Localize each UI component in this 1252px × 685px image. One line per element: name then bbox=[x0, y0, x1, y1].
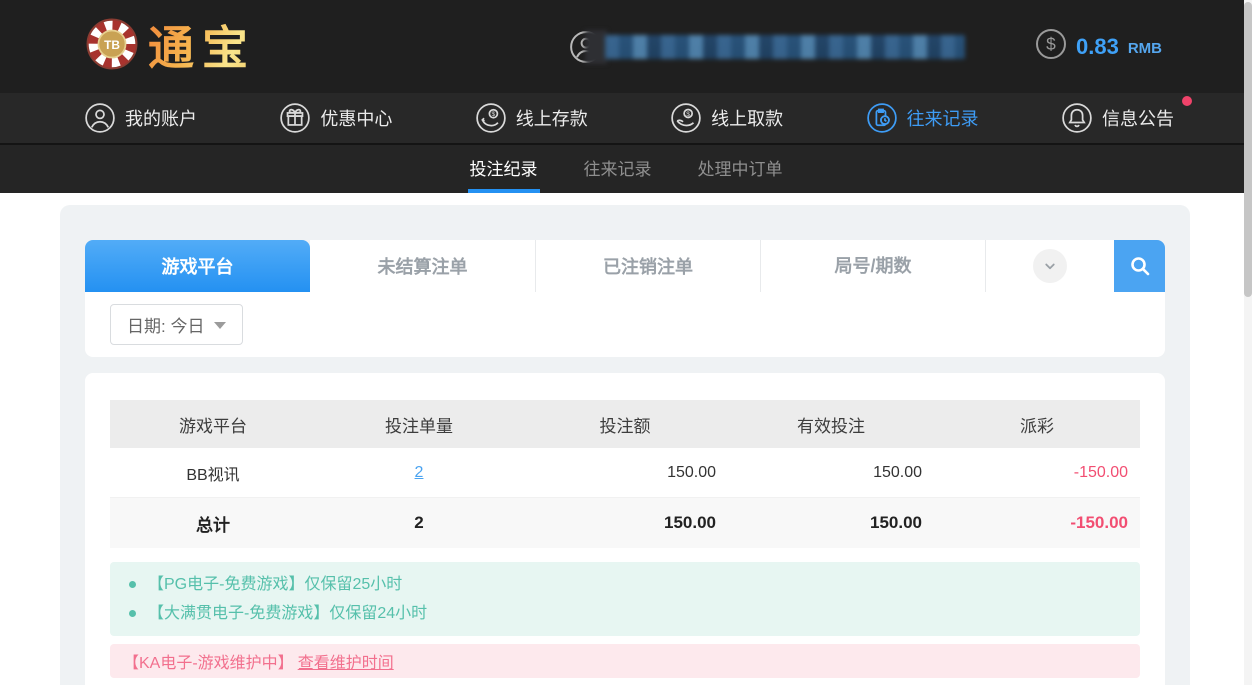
subnav-label: 投注纪录 bbox=[470, 155, 538, 180]
balance-currency: RMB bbox=[1128, 36, 1162, 57]
maintenance-notice: 【KA电子-游戏维护中】 查看维护时间 bbox=[110, 644, 1140, 678]
nav-item-transaction-records[interactable]: 往来记录 bbox=[866, 102, 979, 134]
bet-summary-card: 游戏平台 投注单量 投注额 有效投注 派彩 BB视讯 2 150.00 150.… bbox=[85, 373, 1165, 685]
nav-label: 线上存款 bbox=[516, 105, 588, 131]
content-card: 游戏平台 未结算注单 已注销注单 bbox=[60, 205, 1190, 685]
user-info[interactable] bbox=[569, 30, 965, 64]
balance[interactable]: $ 0.83 RMB bbox=[1035, 28, 1162, 65]
nav-item-deposit[interactable]: $ 线上存款 bbox=[475, 102, 588, 134]
notice-line: 【PG电子-免费游戏】仅保留25小时 bbox=[110, 570, 1140, 599]
subnav-label: 往来记录 bbox=[584, 155, 652, 180]
nav-item-withdraw[interactable]: $ 线上取款 bbox=[670, 102, 783, 134]
caret-down-icon bbox=[214, 322, 226, 329]
top-header: TB 通宝 $ 0.83 bbox=[0, 0, 1252, 93]
cell-bet-amount: 150.00 bbox=[522, 464, 728, 482]
filter-tabbar: 游戏平台 未结算注单 已注销注单 bbox=[85, 240, 1165, 292]
dollar-coin-icon: $ bbox=[1035, 28, 1067, 65]
bullet-icon bbox=[129, 581, 136, 588]
total-payout: -150.00 bbox=[934, 513, 1140, 533]
brand-logo[interactable]: TB 通宝 bbox=[86, 18, 256, 75]
chevron-down-icon bbox=[1041, 257, 1059, 275]
sub-nav: 投注纪录 往来记录 处理中订单 bbox=[0, 143, 1252, 193]
scrollbar-track[interactable] bbox=[1244, 0, 1252, 685]
search-button[interactable] bbox=[1114, 240, 1165, 292]
page: TB 通宝 $ 0.83 bbox=[0, 0, 1252, 685]
nav-label: 我的账户 bbox=[125, 105, 197, 131]
expand-filters-button[interactable] bbox=[1033, 249, 1067, 283]
gift-icon bbox=[279, 102, 311, 134]
poker-chip-icon: TB bbox=[86, 18, 138, 75]
nav-label: 往来记录 bbox=[907, 105, 979, 131]
table-row: BB视讯 2 150.00 150.00 -150.00 bbox=[110, 448, 1140, 498]
cell-payout: -150.00 bbox=[934, 464, 1140, 482]
tab-game-platform[interactable]: 游戏平台 bbox=[85, 240, 310, 292]
col-payout: 派彩 bbox=[934, 412, 1140, 437]
notice-line: 【大满贯电子-免费游戏】仅保留24小时 bbox=[110, 599, 1140, 628]
total-label: 总计 bbox=[110, 511, 316, 536]
withdraw-coin-hand-icon: $ bbox=[670, 102, 702, 134]
deposit-coin-hand-icon: $ bbox=[475, 102, 507, 134]
date-filter-label: 日期: 今日 bbox=[127, 312, 204, 337]
col-valid-bet: 有效投注 bbox=[728, 412, 934, 437]
subnav-item-bet-records[interactable]: 投注纪录 bbox=[468, 145, 540, 193]
bet-count-link[interactable]: 2 bbox=[415, 464, 424, 481]
nav-label: 线上取款 bbox=[711, 105, 783, 131]
bell-icon bbox=[1061, 102, 1093, 134]
cell-valid-bet: 150.00 bbox=[728, 464, 934, 482]
notice-text: 【大满贯电子-免费游戏】仅保留24小时 bbox=[148, 599, 427, 628]
main-nav: 我的账户 优惠中心 $ bbox=[0, 93, 1252, 143]
col-game-platform: 游戏平台 bbox=[110, 412, 316, 437]
tab-cancelled-bets[interactable]: 已注销注单 bbox=[535, 240, 760, 292]
expand-cell bbox=[985, 240, 1114, 292]
round-number-input[interactable] bbox=[760, 240, 985, 292]
table-total-row: 总计 2 150.00 150.00 -150.00 bbox=[110, 498, 1140, 548]
nav-item-my-account[interactable]: 我的账户 bbox=[84, 102, 197, 134]
date-filter-dropdown[interactable]: 日期: 今日 bbox=[110, 304, 243, 345]
avatar bbox=[569, 30, 603, 64]
nav-item-promotions[interactable]: 优惠中心 bbox=[279, 102, 392, 134]
cell-platform: BB视讯 bbox=[110, 461, 316, 485]
notice-text: 【PG电子-免费游戏】仅保留25小时 bbox=[148, 570, 402, 599]
nav-item-announcements[interactable]: 信息公告 bbox=[1061, 102, 1174, 134]
nav-label: 信息公告 bbox=[1102, 105, 1174, 131]
col-bet-count: 投注单量 bbox=[316, 412, 522, 437]
tab-unsettled-bets[interactable]: 未结算注单 bbox=[310, 240, 535, 292]
filter-panel: 日期: 今日 bbox=[85, 292, 1165, 357]
maintenance-text: 【KA电子-游戏维护中】 bbox=[123, 649, 294, 673]
maintenance-schedule-link[interactable]: 查看维护时间 bbox=[298, 649, 394, 673]
nav-label: 优惠中心 bbox=[320, 105, 392, 131]
table-header-row: 游戏平台 投注单量 投注额 有效投注 派彩 bbox=[110, 400, 1140, 448]
svg-text:$: $ bbox=[491, 111, 495, 118]
svg-text:TB: TB bbox=[104, 38, 120, 52]
svg-text:$: $ bbox=[1046, 34, 1056, 54]
svg-text:$: $ bbox=[686, 111, 690, 118]
subnav-label: 处理中订单 bbox=[698, 155, 783, 180]
bullet-icon bbox=[129, 610, 136, 617]
total-valid-bet: 150.00 bbox=[728, 513, 934, 533]
retention-notice-box: 【PG电子-免费游戏】仅保留25小时 【大满贯电子-免费游戏】仅保留24小时 bbox=[110, 562, 1140, 636]
brand-name: 通宝 bbox=[148, 22, 256, 72]
scrollbar-thumb[interactable] bbox=[1244, 2, 1252, 297]
search-icon bbox=[1128, 254, 1152, 278]
username-masked bbox=[605, 35, 965, 59]
col-bet-amount: 投注额 bbox=[522, 412, 728, 437]
subnav-item-transaction-records[interactable]: 往来记录 bbox=[582, 145, 654, 193]
user-icon bbox=[84, 102, 116, 134]
total-bet-amount: 150.00 bbox=[522, 513, 728, 533]
subnav-item-processing-orders[interactable]: 处理中订单 bbox=[696, 145, 785, 193]
balance-amount: 0.83 bbox=[1076, 34, 1119, 60]
username-mask-dark bbox=[585, 30, 607, 64]
clipboard-clock-icon bbox=[866, 102, 898, 134]
notification-badge bbox=[1182, 96, 1192, 106]
total-count: 2 bbox=[316, 513, 522, 533]
